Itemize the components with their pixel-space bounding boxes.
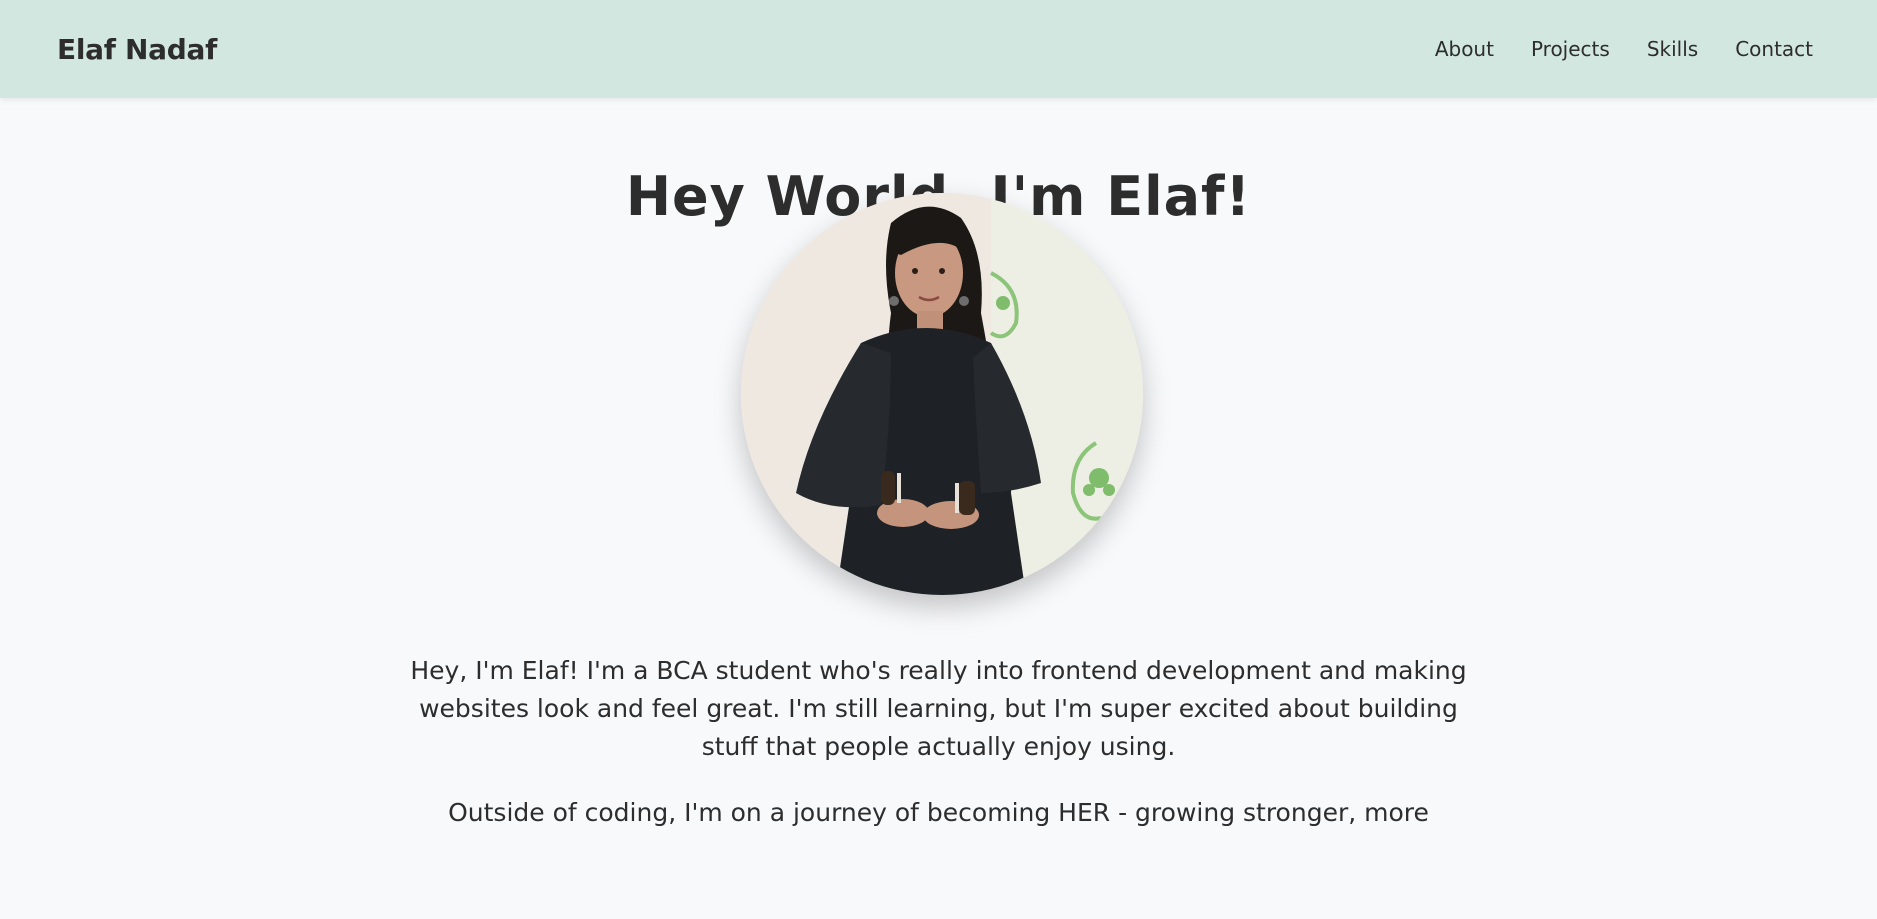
bio-paragraph-1: Hey, I'm Elaf! I'm a BCA student who's r… (410, 656, 1467, 761)
bio-paragraph-2: Outside of coding, I'm on a journey of b… (448, 798, 1429, 827)
nav-link-about[interactable]: About (1435, 37, 1494, 61)
navbar: Elaf Nadaf About Projects Skills Contact (0, 0, 1877, 98)
nav-link-projects[interactable]: Projects (1531, 37, 1610, 61)
profile-photo (741, 193, 1143, 595)
bio-text: Hey, I'm Elaf! I'm a BCA student who's r… (400, 652, 1477, 860)
profile-photo-illustration (741, 193, 1143, 595)
nav-link-contact[interactable]: Contact (1735, 37, 1813, 61)
nav-links: About Projects Skills Contact (1435, 37, 1813, 61)
nav-link-skills[interactable]: Skills (1647, 37, 1698, 61)
brand-logo[interactable]: Elaf Nadaf (57, 33, 217, 66)
